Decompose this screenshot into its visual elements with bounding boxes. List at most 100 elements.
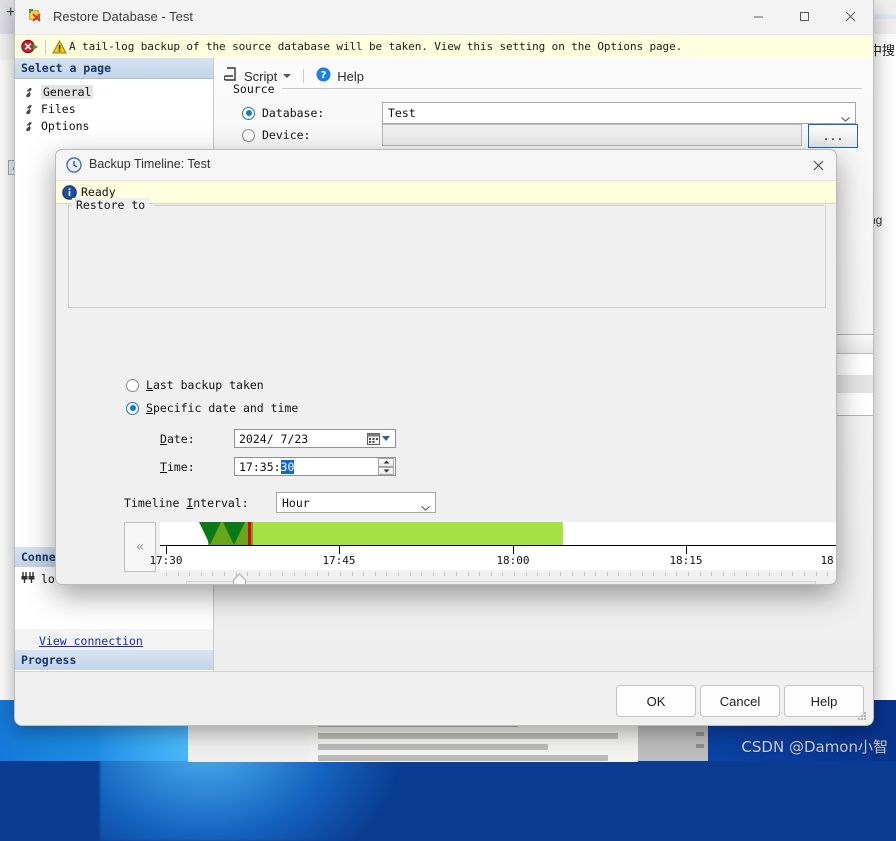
specific-date-radio[interactable] bbox=[126, 401, 139, 415]
timeline-minor-tick bbox=[409, 572, 411, 576]
timeline-minor-tick bbox=[398, 572, 399, 576]
database-select[interactable]: Test bbox=[382, 102, 856, 124]
timeline-minor-tick bbox=[780, 572, 782, 576]
calendar-icon[interactable] bbox=[367, 432, 380, 445]
timeline-title-bar[interactable]: Backup Timeline: Test bbox=[56, 150, 836, 181]
database-radio[interactable] bbox=[242, 106, 255, 120]
database-label: Database: bbox=[262, 106, 325, 120]
sidebar-item-files[interactable]: Files bbox=[23, 100, 213, 117]
timeline-interval-select[interactable]: Hour bbox=[276, 492, 436, 513]
time-seconds-selected: 30 bbox=[280, 459, 295, 474]
timeline-minor-tick bbox=[305, 572, 307, 576]
source-device-row[interactable]: Device: bbox=[242, 128, 310, 142]
wrench-icon bbox=[23, 103, 36, 115]
date-value: 2024/ 7/23 bbox=[239, 431, 309, 446]
toolbar-divider bbox=[303, 69, 305, 83]
timeline-interval-label: Timeline Interval: bbox=[124, 496, 249, 510]
timeline-minor-tick bbox=[537, 572, 539, 576]
csdn-watermark: CSDN @Damon小智 bbox=[741, 738, 888, 756]
clock-icon bbox=[66, 157, 82, 173]
timeline-status-bar: Ready bbox=[56, 181, 836, 204]
timeline-minor-tick bbox=[583, 572, 585, 576]
timeline-interval-value: Hour bbox=[282, 495, 310, 510]
backup-timeline-dialog[interactable]: Backup Timeline: Test Ready Restore to L… bbox=[55, 149, 837, 585]
restore-to-last-backup-row[interactable]: LLast backup takenast backup taken bbox=[126, 378, 264, 392]
time-spinner[interactable] bbox=[378, 458, 394, 475]
last-backup-radio[interactable] bbox=[126, 378, 139, 392]
resize-grip[interactable] bbox=[856, 710, 868, 722]
select-page-header: Select a page bbox=[15, 58, 213, 79]
chevron-down-icon[interactable] bbox=[283, 74, 292, 78]
timeline-minor-tick bbox=[444, 572, 446, 576]
database-restore-icon bbox=[29, 9, 46, 25]
chevron-down-icon[interactable] bbox=[421, 500, 430, 511]
warning-message-text: A tail-log backup of the source database… bbox=[69, 40, 683, 53]
doc-text-line bbox=[318, 744, 548, 750]
device-browse-button[interactable]: ... bbox=[808, 124, 858, 148]
time-label: Time: bbox=[160, 460, 195, 474]
timeline-slider-track[interactable] bbox=[186, 581, 816, 584]
timeline-minor-tick bbox=[606, 572, 608, 576]
timeline-minor-tick bbox=[688, 572, 689, 576]
sidebar-item-general[interactable]: General bbox=[23, 83, 213, 100]
source-database-row[interactable]: Database: bbox=[242, 106, 324, 120]
timeline-minor-tick bbox=[734, 572, 736, 576]
timeline-minor-tick bbox=[270, 572, 272, 576]
timeline-minor-tick bbox=[572, 572, 573, 576]
timeline-minor-tick bbox=[641, 572, 643, 576]
timeline-minor-tick bbox=[502, 572, 504, 576]
timeline-minor-tick bbox=[467, 572, 469, 576]
close-button[interactable] bbox=[827, 0, 873, 32]
help-icon[interactable]: ? bbox=[316, 67, 331, 85]
timeline-close-button[interactable] bbox=[806, 153, 830, 177]
restore-help-button[interactable]: Help bbox=[784, 685, 864, 717]
timeline-minor-tick bbox=[316, 572, 318, 576]
page-toolbar: Script ? Help bbox=[214, 58, 873, 88]
toolbar-divider bbox=[45, 39, 46, 54]
timeline-minor-tick bbox=[722, 572, 724, 576]
timeline-tick-label: 18:30 bbox=[820, 554, 836, 567]
maximize-button[interactable] bbox=[781, 0, 827, 32]
chevron-down-icon[interactable] bbox=[841, 111, 850, 122]
timeline-minor-tick bbox=[548, 572, 550, 576]
timeline-tick-label: 18:15 bbox=[669, 554, 703, 567]
wrench-icon bbox=[23, 120, 36, 132]
timeline-minor-tick bbox=[711, 572, 713, 576]
date-label: Date: bbox=[160, 432, 195, 446]
timeline-minor-tick bbox=[769, 572, 771, 576]
timeline-minor-tick bbox=[827, 572, 829, 576]
spinner-down-icon[interactable] bbox=[378, 466, 394, 475]
timeline-slider-thumb[interactable] bbox=[232, 573, 247, 584]
time-input[interactable]: 17:35:30 bbox=[234, 457, 396, 476]
restore-to-group-label: Restore to bbox=[72, 198, 150, 212]
restore-to-group bbox=[68, 205, 826, 308]
timeline-minor-tick bbox=[757, 572, 759, 576]
wrench-icon bbox=[23, 86, 36, 98]
timeline-minor-tick bbox=[340, 572, 341, 576]
timeline-minor-tick bbox=[653, 572, 655, 576]
spinner-up-icon[interactable] bbox=[378, 458, 394, 467]
timeline-tick bbox=[686, 546, 687, 554]
device-input[interactable] bbox=[382, 124, 802, 146]
help-button[interactable]: Help bbox=[337, 69, 364, 84]
restore-cancel-button[interactable]: Cancel bbox=[700, 685, 780, 717]
timeline-status-text: Ready bbox=[81, 185, 116, 199]
timeline-minor-tick bbox=[282, 572, 283, 576]
date-dropdown-caret-icon[interactable] bbox=[382, 436, 390, 441]
sidebar-item-label: General bbox=[41, 84, 94, 99]
restore-window-title: Restore Database - Test bbox=[53, 9, 193, 24]
timeline-minor-tick bbox=[525, 572, 527, 576]
timeline-minor-tick bbox=[293, 572, 295, 576]
progress-header: Progress bbox=[15, 650, 213, 671]
timeline-minor-tick bbox=[363, 572, 365, 576]
restore-title-bar[interactable]: Restore Database - Test bbox=[15, 0, 873, 35]
timeline-minor-tick bbox=[595, 572, 597, 576]
restore-to-specific-row[interactable]: Specific date and time bbox=[126, 401, 298, 415]
timeline-tick-label: 17:45 bbox=[322, 554, 356, 567]
sidebar-item-options[interactable]: Options bbox=[23, 117, 213, 134]
device-radio[interactable] bbox=[242, 128, 255, 142]
date-input[interactable]: 2024/ 7/23 bbox=[234, 429, 396, 448]
minimize-button[interactable] bbox=[735, 0, 781, 32]
timeline-minor-tick bbox=[166, 572, 167, 576]
restore-ok-button[interactable]: OK bbox=[616, 685, 696, 717]
